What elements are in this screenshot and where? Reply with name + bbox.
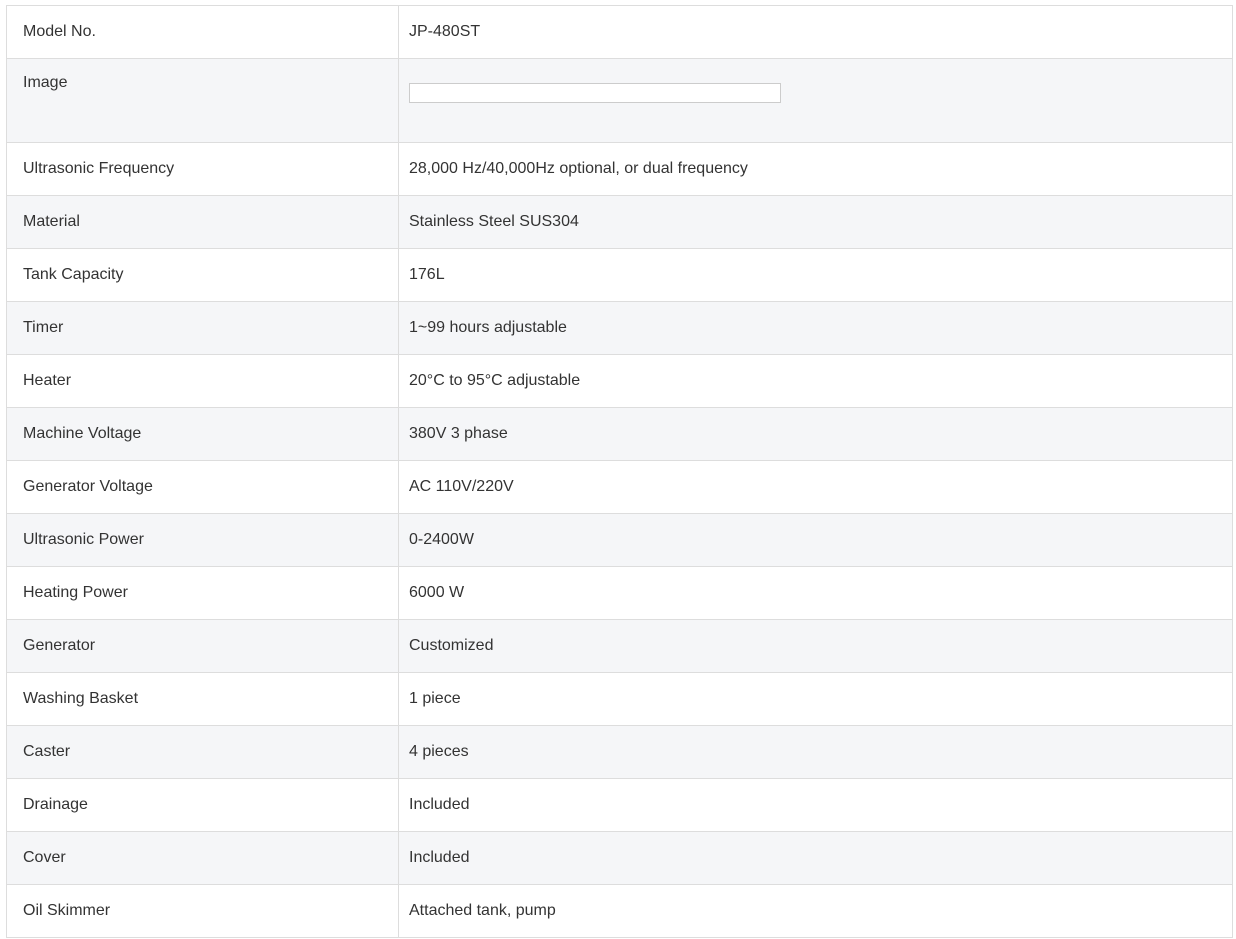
spec-value: 0-2400W <box>398 513 1233 567</box>
spec-value: Attached tank, pump <box>398 884 1233 938</box>
table-row: Heating Power 6000 W <box>6 566 1233 620</box>
spec-value: 28,000 Hz/40,000Hz optional, or dual fre… <box>398 142 1233 196</box>
spec-label: Caster <box>6 725 399 779</box>
table-row: Oil Skimmer Attached tank, pump <box>6 884 1233 938</box>
spec-label: Machine Voltage <box>6 407 399 461</box>
spec-value: 4 pieces <box>398 725 1233 779</box>
table-row: Drainage Included <box>6 778 1233 832</box>
spec-label: Image <box>6 58 399 143</box>
spec-label: Generator <box>6 619 399 673</box>
spec-value: Stainless Steel SUS304 <box>398 195 1233 249</box>
spec-label: Tank Capacity <box>6 248 399 302</box>
table-row: Generator Customized <box>6 619 1233 673</box>
spec-value-image <box>398 58 1233 143</box>
spec-label: Timer <box>6 301 399 355</box>
spec-label: Generator Voltage <box>6 460 399 514</box>
spec-value: Included <box>398 831 1233 885</box>
spec-label: Cover <box>6 831 399 885</box>
table-row: Caster 4 pieces <box>6 725 1233 779</box>
table-row: Machine Voltage 380V 3 phase <box>6 407 1233 461</box>
table-row: Heater 20°C to 95°C adjustable <box>6 354 1233 408</box>
table-row: Washing Basket 1 piece <box>6 672 1233 726</box>
spec-value: AC 110V/220V <box>398 460 1233 514</box>
table-row: Ultrasonic Power 0-2400W <box>6 513 1233 567</box>
spec-label: Model No. <box>6 5 399 59</box>
table-row: Cover Included <box>6 831 1233 885</box>
table-row: Tank Capacity 176L <box>6 248 1233 302</box>
spec-value: 380V 3 phase <box>398 407 1233 461</box>
table-row: Material Stainless Steel SUS304 <box>6 195 1233 249</box>
table-row: Ultrasonic Frequency 28,000 Hz/40,000Hz … <box>6 142 1233 196</box>
spec-label: Heater <box>6 354 399 408</box>
spec-label: Oil Skimmer <box>6 884 399 938</box>
spec-value: 1 piece <box>398 672 1233 726</box>
spec-value: 20°C to 95°C adjustable <box>398 354 1233 408</box>
spec-label: Washing Basket <box>6 672 399 726</box>
spec-label: Heating Power <box>6 566 399 620</box>
spec-label: Ultrasonic Frequency <box>6 142 399 196</box>
spec-label: Material <box>6 195 399 249</box>
spec-value: JP-480ST <box>398 5 1233 59</box>
spec-value: 1~99 hours adjustable <box>398 301 1233 355</box>
spec-value: Customized <box>398 619 1233 673</box>
spec-value: 6000 W <box>398 566 1233 620</box>
specifications-table: Model No. JP-480ST Image Ultrasonic Freq… <box>6 5 1233 938</box>
table-row: Generator Voltage AC 110V/220V <box>6 460 1233 514</box>
spec-value: Included <box>398 778 1233 832</box>
spec-label: Drainage <box>6 778 399 832</box>
spec-value: 176L <box>398 248 1233 302</box>
table-row: Image <box>6 58 1233 143</box>
table-row: Model No. JP-480ST <box>6 5 1233 59</box>
spec-label: Ultrasonic Power <box>6 513 399 567</box>
table-row: Timer 1~99 hours adjustable <box>6 301 1233 355</box>
product-image <box>409 83 781 103</box>
